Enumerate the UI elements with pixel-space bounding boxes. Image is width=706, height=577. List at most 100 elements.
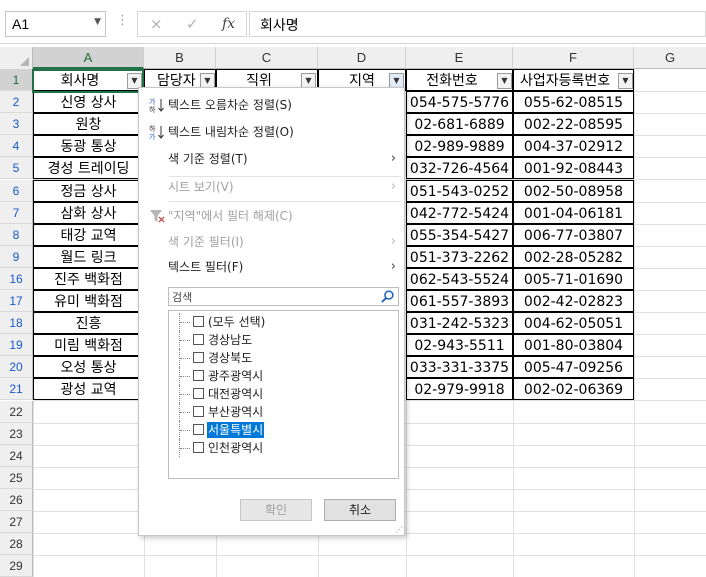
header-cell-biznum[interactable]: 사업자등록번호 ▼ — [513, 69, 634, 91]
row-header[interactable]: 24 — [0, 445, 33, 467]
row-header[interactable]: 9 — [0, 246, 33, 268]
biz-number-cell[interactable]: 002-22-08595 — [513, 113, 634, 135]
checkbox[interactable] — [193, 352, 204, 363]
biz-number-cell[interactable]: 006-77-03807 — [513, 224, 634, 246]
menu-sort-descending[interactable]: 하 가 텍스트 내림차순 정렬(O) — [139, 119, 404, 145]
filter-dropdown-icon[interactable]: ▼ — [497, 73, 512, 89]
company-name-cell[interactable]: 경성 트레이딩 — [33, 157, 144, 179]
company-name-cell[interactable]: 미림 백화점 — [33, 334, 144, 356]
filter-search-input[interactable]: 검색 — [168, 287, 399, 306]
formula-input[interactable]: 회사명 — [249, 11, 706, 37]
header-cell-company[interactable]: 회사명 ▼ — [33, 69, 144, 91]
column-header-e[interactable]: E — [406, 47, 513, 69]
phone-cell[interactable]: 031-242-5323 — [406, 312, 513, 334]
row-header[interactable]: 19 — [0, 334, 33, 356]
biz-number-cell[interactable]: 002-42-02823 — [513, 290, 634, 312]
row-header[interactable]: 2 — [0, 91, 33, 113]
company-name-cell[interactable]: 태강 교역 — [33, 224, 144, 246]
phone-cell[interactable]: 062-543-5524 — [406, 268, 513, 290]
row-header[interactable]: 22 — [0, 401, 33, 423]
company-name-cell[interactable]: 진흥 — [33, 312, 144, 334]
row-header[interactable]: 28 — [0, 533, 33, 555]
column-header-b[interactable]: B — [144, 47, 216, 69]
row-header[interactable]: 16 — [0, 268, 33, 290]
biz-number-cell[interactable]: 002-02-06369 — [513, 378, 634, 400]
checkbox[interactable] — [193, 370, 204, 381]
menu-sort-by-color[interactable]: 색 기준 정렬(T) › — [139, 146, 404, 172]
filter-list-item[interactable]: 인천광역시 — [169, 439, 398, 457]
row-header[interactable]: 5 — [0, 157, 33, 179]
company-name-cell[interactable]: 정금 상사 — [33, 180, 144, 202]
enter-icon[interactable]: ✓ — [186, 15, 199, 33]
filter-list-item[interactable]: 경상남도 — [169, 331, 398, 349]
row-header[interactable]: 7 — [0, 202, 33, 224]
phone-cell[interactable]: 051-373-2262 — [406, 246, 513, 268]
company-name-cell[interactable]: 광성 교역 — [33, 378, 144, 400]
row-header[interactable]: 4 — [0, 135, 33, 157]
biz-number-cell[interactable]: 002-50-08958 — [513, 180, 634, 202]
company-name-cell[interactable]: 월드 링크 — [33, 246, 144, 268]
filter-value-list[interactable]: (모두 선택) 경상남도 경상북도 광주광역시 대전광역시 부산광역시 서울특별시 인천광역시 — [168, 310, 399, 479]
phone-cell[interactable]: 02-979-9918 — [406, 378, 513, 400]
column-header-f[interactable]: F — [513, 47, 634, 69]
company-name-cell[interactable]: 동광 통상 — [33, 135, 144, 157]
company-name-cell[interactable]: 원창 — [33, 113, 144, 135]
cancel-icon[interactable]: × — [150, 15, 163, 33]
header-cell-phone[interactable]: 전화번호 ▼ — [406, 69, 513, 91]
checkbox[interactable] — [193, 442, 204, 453]
phone-cell[interactable]: 054-575-5776 — [406, 91, 513, 113]
biz-number-cell[interactable]: 005-47-09256 — [513, 356, 634, 378]
checkbox[interactable] — [193, 424, 204, 435]
filter-list-item[interactable]: 광주광역시 — [169, 367, 398, 385]
company-name-cell[interactable]: 오성 통상 — [33, 356, 144, 378]
ok-button[interactable]: 확인 — [240, 499, 312, 521]
menu-sort-ascending[interactable]: 가 하 텍스트 오름차순 정렬(S) — [139, 92, 404, 118]
insert-function-icon[interactable]: fx — [222, 16, 235, 32]
biz-number-cell[interactable]: 002-28-05282 — [513, 246, 634, 268]
company-name-cell[interactable]: 진주 백화점 — [33, 268, 144, 290]
filter-list-item[interactable]: 서울특별시 — [169, 421, 398, 439]
row-header[interactable]: 21 — [0, 378, 33, 400]
phone-cell[interactable]: 055-354-5427 — [406, 224, 513, 246]
phone-cell[interactable]: 02-681-6889 — [406, 113, 513, 135]
row-header[interactable]: 6 — [0, 180, 33, 202]
phone-cell[interactable]: 032-726-4564 — [406, 157, 513, 179]
row-header[interactable]: 17 — [0, 290, 33, 312]
biz-number-cell[interactable]: 055-62-08515 — [513, 91, 634, 113]
row-header[interactable]: 1 — [0, 69, 33, 91]
biz-number-cell[interactable]: 004-62-05051 — [513, 312, 634, 334]
company-name-cell[interactable]: 유미 백화점 — [33, 290, 144, 312]
filter-list-item[interactable]: 대전광역시 — [169, 385, 398, 403]
row-header[interactable]: 25 — [0, 467, 33, 489]
checkbox[interactable] — [193, 334, 204, 345]
biz-number-cell[interactable]: 005-71-01690 — [513, 268, 634, 290]
name-box[interactable]: A1 ▼ — [5, 11, 106, 37]
biz-number-cell[interactable]: 001-92-08443 — [513, 157, 634, 179]
row-header[interactable]: 26 — [0, 489, 33, 511]
row-header[interactable]: 3 — [0, 113, 33, 135]
biz-number-cell[interactable]: 004-37-02912 — [513, 135, 634, 157]
resize-grip-icon[interactable]: ⋰ — [395, 526, 403, 534]
filter-list-item[interactable]: 부산광역시 — [169, 403, 398, 421]
filter-list-item[interactable]: 경상북도 — [169, 349, 398, 367]
phone-cell[interactable]: 033-331-3375 — [406, 356, 513, 378]
company-name-cell[interactable]: 삼화 상사 — [33, 202, 144, 224]
phone-cell[interactable]: 02-989-9889 — [406, 135, 513, 157]
row-header[interactable]: 29 — [0, 555, 33, 577]
row-header[interactable]: 23 — [0, 423, 33, 445]
biz-number-cell[interactable]: 001-80-03804 — [513, 334, 634, 356]
checkbox[interactable] — [193, 316, 204, 327]
row-header[interactable]: 18 — [0, 312, 33, 334]
phone-cell[interactable]: 042-772-5424 — [406, 202, 513, 224]
checkbox[interactable] — [193, 388, 204, 399]
row-header[interactable]: 20 — [0, 356, 33, 378]
filter-list-item[interactable]: (모두 선택) — [169, 313, 398, 331]
biz-number-cell[interactable]: 001-04-06181 — [513, 202, 634, 224]
row-header[interactable]: 8 — [0, 224, 33, 246]
column-header-c[interactable]: C — [216, 47, 318, 69]
chevron-down-icon[interactable]: ▼ — [94, 17, 101, 27]
filter-dropdown-icon[interactable]: ▼ — [618, 73, 633, 89]
column-header-d[interactable]: D — [318, 47, 406, 69]
row-header[interactable]: 27 — [0, 511, 33, 533]
column-header-a[interactable]: A — [33, 47, 144, 69]
